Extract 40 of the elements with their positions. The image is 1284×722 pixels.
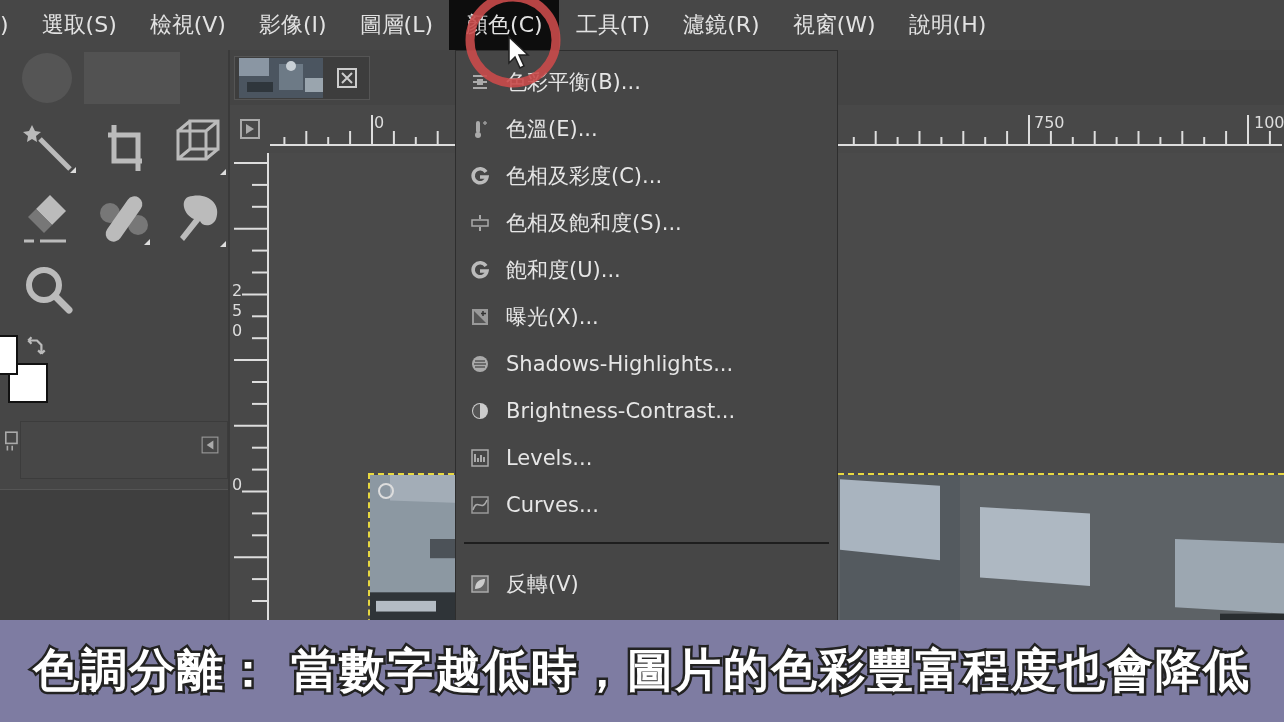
- menu-item[interactable]: 影像(I): [241, 0, 343, 50]
- menu-item[interactable]: 反轉(V): [456, 560, 837, 607]
- menu-item[interactable]: 曝光(X)...: [456, 293, 837, 340]
- menu-item[interactable]: 說明(H): [891, 0, 1003, 50]
- menu-item[interactable]: Curves...: [456, 481, 837, 528]
- ruler-label: 0: [373, 113, 385, 132]
- menu-item[interactable]: ): [0, 0, 25, 50]
- collapse-icon[interactable]: [201, 436, 219, 454]
- caption: 色調分離： 當數字越低時，圖片的色彩豐富程度也會降低: [33, 642, 1251, 699]
- g-icon: [470, 259, 490, 280]
- levels-icon: [470, 447, 490, 468]
- menu-item[interactable]: 色相及飽和度(S)...: [456, 199, 837, 246]
- shadows-icon: [470, 353, 490, 374]
- curves-icon: [470, 494, 490, 515]
- contrast-icon: [470, 400, 490, 421]
- swap-arrows-icon[interactable]: [26, 335, 48, 357]
- ruler-label: 0: [232, 475, 243, 495]
- menu-item[interactable]: 視窗(W): [775, 0, 892, 50]
- hue-icon: [470, 212, 490, 233]
- menu-item[interactable]: 濾鏡(R): [666, 0, 776, 50]
- g-icon: [470, 165, 490, 186]
- invert-icon: [470, 573, 490, 594]
- menu-item[interactable]: Brightness-Contrast...: [456, 387, 837, 434]
- menu-item[interactable]: Levels...: [456, 434, 837, 481]
- image-tab[interactable]: [234, 55, 370, 100]
- menu-item[interactable]: 圖層(L): [342, 0, 450, 50]
- ruler-label: 100: [1253, 113, 1284, 132]
- color-swatches-drawing[interactable]: [0, 335, 50, 405]
- menu-item[interactable]: 檢視(V): [132, 0, 242, 50]
- close-icon[interactable]: [337, 67, 357, 88]
- monitor-icon[interactable]: [5, 430, 21, 452]
- ruler-label: 750: [1033, 113, 1065, 132]
- menu-item[interactable]: 色溫(E)...: [456, 105, 837, 152]
- navigate-icon[interactable]: [240, 119, 260, 139]
- menu-item[interactable]: 飽和度(U)...: [456, 246, 837, 293]
- menu-item[interactable]: Shadows-Highlights...: [456, 340, 837, 387]
- exposure-icon: [470, 306, 490, 327]
- menu-item[interactable]: 選取(S): [24, 0, 133, 50]
- menu-item[interactable]: 色相及彩度(C)...: [456, 152, 837, 199]
- menu-item[interactable]: 工具(T): [558, 0, 667, 50]
